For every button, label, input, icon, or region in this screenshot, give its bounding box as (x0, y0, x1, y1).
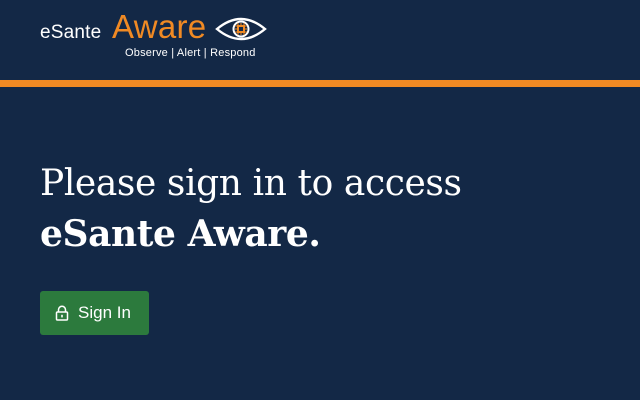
brand-prefix: eSante (40, 22, 102, 43)
brand-logo: eSante Aware Observe | Alert | Respond (40, 8, 280, 70)
lock-icon (55, 305, 69, 321)
header-accent-bar (0, 80, 640, 87)
eye-icon (215, 17, 267, 41)
sign-in-button[interactable]: Sign In (40, 291, 149, 335)
heading-line-1: Please sign in to access (40, 163, 462, 204)
brand-name: Aware (112, 8, 207, 45)
brand-tagline: Observe | Alert | Respond (125, 47, 256, 59)
main-content: Please sign in to access eSante Aware. S… (0, 87, 640, 335)
heading-line-2: eSante Aware. (40, 213, 321, 255)
sign-in-label: Sign In (78, 303, 131, 322)
page-heading: Please sign in to access eSante Aware. (40, 87, 600, 259)
app-header: eSante Aware Observe | Alert | Respond (0, 0, 640, 80)
